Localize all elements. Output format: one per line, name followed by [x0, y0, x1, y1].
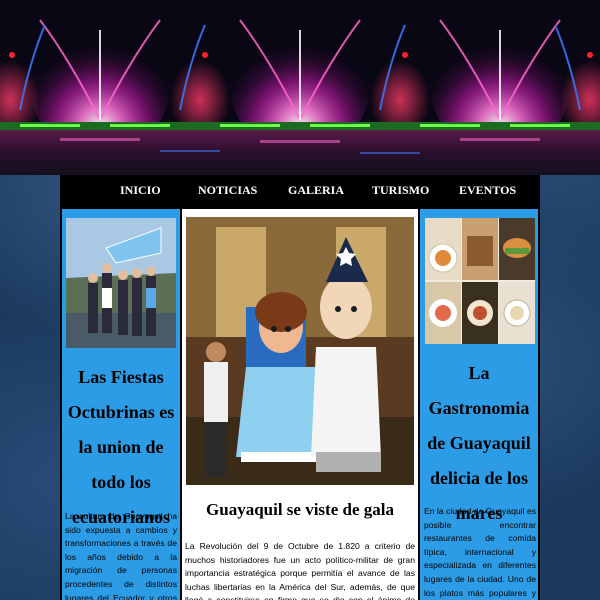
header-banner [0, 0, 600, 175]
nav-item-inicio[interactable]: INICIO [120, 183, 161, 198]
fiestas-text: La cultura de Guayaquil ha sido expuesta… [65, 511, 177, 600]
fountain-banner-image [0, 0, 600, 175]
gala-text: La Revolución del 9 de Octubre de 1.820 … [185, 541, 415, 600]
gala-heading: Guayaquil se viste de gala [206, 500, 394, 519]
fiestas-photo[interactable] [66, 218, 176, 348]
nav-item-galeria[interactable]: GALERIA [288, 183, 344, 198]
main-nav: INICIO NOTICIAS GALERIA TURISMO EVENTOS [60, 175, 540, 206]
food-collage-photo[interactable] [425, 218, 535, 344]
nav-item-eventos[interactable]: EVENTOS [459, 183, 516, 198]
nav-item-turismo[interactable]: TURISMO [372, 183, 429, 198]
fiestas-heading: Las Fiestas Octubrinas es la union de to… [67, 367, 175, 527]
nav-item-noticias[interactable]: NOTICIAS [198, 183, 257, 198]
mascots-photo[interactable] [186, 217, 414, 485]
gastronomia-text: En la ciudad de Guayaquil es posible enc… [424, 506, 536, 598]
